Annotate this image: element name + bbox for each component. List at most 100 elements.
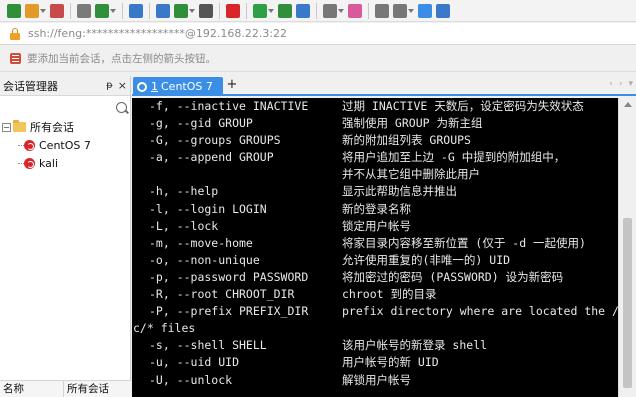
link-icon xyxy=(50,3,64,18)
description-text: 显示此帮助信息并推出 xyxy=(342,184,457,199)
description-text: 并不从其它组中删除此用户 xyxy=(342,167,480,182)
session-label: CentOS 7 xyxy=(39,138,91,152)
toolbar-separator xyxy=(149,2,150,19)
option-text: -U, --unlock xyxy=(149,372,233,387)
new-tab-button[interactable]: + xyxy=(225,78,239,93)
transfer-button[interactable] xyxy=(295,2,311,20)
terminal-line: -U, --unlock 解锁用户帐号 xyxy=(132,372,618,389)
chat-button[interactable] xyxy=(435,2,451,20)
open-folder-icon xyxy=(25,3,39,18)
terminal-line: -a, --append GROUP 将用户追加至上边 -G 中提到的附加组中， xyxy=(132,149,618,166)
description-text: 过期 INACTIVE 天数后，设定密码为失效状态 xyxy=(342,99,584,113)
description-text: 该用户帐号的新登录 shell xyxy=(342,338,488,353)
keyboard-button[interactable] xyxy=(374,2,390,20)
panel-title: 会话管理器 xyxy=(3,79,58,93)
dropdown-caret-icon[interactable] xyxy=(268,8,274,13)
option-text: -L, --lock xyxy=(149,218,219,233)
search-button[interactable] xyxy=(128,2,144,20)
help-icon xyxy=(418,3,432,18)
highlight-button[interactable] xyxy=(347,2,363,20)
description-text: 用户帐号的新 UID xyxy=(342,355,439,370)
tree-root-label: 所有会话 xyxy=(30,121,74,134)
close-icon[interactable]: × xyxy=(118,79,127,92)
description-text: 将家目录内容移至新位置 (仅于 -d 一起使用) xyxy=(342,235,586,250)
toolbar-separator xyxy=(219,2,220,19)
terminal-line: -g, --gid GROUP 强制使用 GROUP 为新主组 xyxy=(132,115,618,132)
address-text[interactable]: ssh://feng:******************@192.168.22… xyxy=(28,27,287,40)
dropdown-caret-icon[interactable] xyxy=(110,8,116,13)
option-text: -u, --uid UID xyxy=(149,355,240,370)
terminal-line: -s, --shell SHELL 该用户帐号的新登录 shell xyxy=(132,337,618,354)
terminal-line: -m, --move-home 将家目录内容移至新位置 (仅于 -d 一起使用) xyxy=(132,235,618,252)
keyboard-icon xyxy=(375,3,389,18)
terminal-output[interactable]: -f, --inactive INACTIVE 过期 INACTIVE 天数后，设… xyxy=(132,98,618,397)
unlink-icon xyxy=(77,3,91,18)
collapse-icon[interactable]: − xyxy=(2,122,11,132)
terminal-line: -l, --login LOGIN 新的登录名称 xyxy=(132,201,618,218)
session-manager-panel: 会话管理器 ᵽ × − 所有会话 CentOS 7 kali 名称 所有会话 xyxy=(0,76,131,397)
session-tree: − 所有会话 CentOS 7 kali xyxy=(0,118,130,172)
description-text: chroot 到的目录 xyxy=(342,287,437,302)
terminal-line: -L, --lock 锁定用户帐号 xyxy=(132,218,618,235)
globe-button[interactable] xyxy=(173,2,196,20)
highlight-icon xyxy=(348,3,362,18)
session-item-kali[interactable]: kali xyxy=(2,154,130,172)
option-text: -s, --shell SHELL xyxy=(149,338,267,353)
terminal-scrollbar[interactable] xyxy=(618,98,636,397)
scroll-thumb[interactable] xyxy=(623,218,632,388)
search-icon[interactable] xyxy=(116,101,127,113)
address-bar[interactable]: ssh://feng:******************@192.168.22… xyxy=(0,23,636,45)
xftp-button[interactable] xyxy=(252,2,275,20)
script-button[interactable] xyxy=(392,2,415,20)
reconnect-button[interactable] xyxy=(94,2,117,20)
scroll-up-icon[interactable] xyxy=(624,102,632,107)
new-session-button[interactable] xyxy=(6,2,22,20)
column-name[interactable]: 名称 xyxy=(0,381,64,397)
terminal-line: 并不从其它组中删除此用户 xyxy=(132,166,618,183)
tab-centos-7[interactable]: 1 CentOS 7 xyxy=(133,77,223,96)
unlink-button[interactable] xyxy=(76,2,92,20)
tab-label: CentOS 7 xyxy=(161,80,213,93)
help-button[interactable] xyxy=(417,2,433,20)
pin-icon[interactable]: ᵽ xyxy=(106,80,113,91)
compose-button[interactable] xyxy=(155,2,171,20)
session-icon xyxy=(24,139,35,151)
terminal-line: -f, --inactive INACTIVE 过期 INACTIVE 天数后，设… xyxy=(132,98,618,115)
dropdown-caret-icon[interactable] xyxy=(189,8,195,13)
fullscreen-icon xyxy=(278,3,292,18)
dropdown-caret-icon[interactable] xyxy=(40,8,46,13)
open-folder-button[interactable] xyxy=(24,2,47,20)
xshell-icon xyxy=(226,3,240,18)
search-icon xyxy=(129,3,143,18)
hint-text: 要添加当前会话，点击左侧的箭头按钮。 xyxy=(27,53,216,65)
description-text: 将加密过的密码 (PASSWORD) 设为新密码 xyxy=(342,269,564,284)
font-button[interactable] xyxy=(198,2,214,20)
globe-icon xyxy=(174,3,188,18)
tab-prev-icon[interactable]: ‹ xyxy=(609,79,613,89)
toolbar-separator xyxy=(122,2,123,19)
tree-root-all-sessions[interactable]: − 所有会话 xyxy=(2,118,130,136)
session-icon xyxy=(24,157,35,169)
dropdown-caret-icon[interactable] xyxy=(338,8,344,13)
toolbar-separator xyxy=(368,2,369,19)
tab-next-icon[interactable]: › xyxy=(619,79,623,89)
column-all-sessions[interactable]: 所有会话 xyxy=(64,381,109,397)
xshell-button[interactable] xyxy=(225,2,241,20)
fullscreen-button[interactable] xyxy=(277,2,293,20)
link-button[interactable] xyxy=(49,2,65,20)
main-toolbar xyxy=(0,0,636,22)
dropdown-caret-icon[interactable] xyxy=(408,8,414,13)
terminal-line: -G, --groups GROUPS 新的附加组列表 GROUPS xyxy=(132,132,618,149)
session-item-centos[interactable]: CentOS 7 xyxy=(2,136,130,154)
tab-list-icon[interactable]: ▾ xyxy=(628,79,633,89)
terminal-line: c/* files xyxy=(132,320,618,337)
terminal-line: -h, --help 显示此帮助信息并推出 xyxy=(132,183,618,200)
add-session-arrow-icon[interactable] xyxy=(10,53,21,64)
terminal-line: -o, --non-unique 允许使用重复的(非唯一的) UID xyxy=(132,252,618,269)
terminal-line: -u, --uid UID 用户帐号的新 UID xyxy=(132,354,618,371)
lock-button[interactable] xyxy=(322,2,345,20)
reconnect-icon xyxy=(95,3,109,18)
description-text: 将用户追加至上边 -G 中提到的附加组中， xyxy=(342,150,566,165)
description-text: 锁定用户帐号 xyxy=(342,218,411,233)
font-icon xyxy=(199,3,213,18)
